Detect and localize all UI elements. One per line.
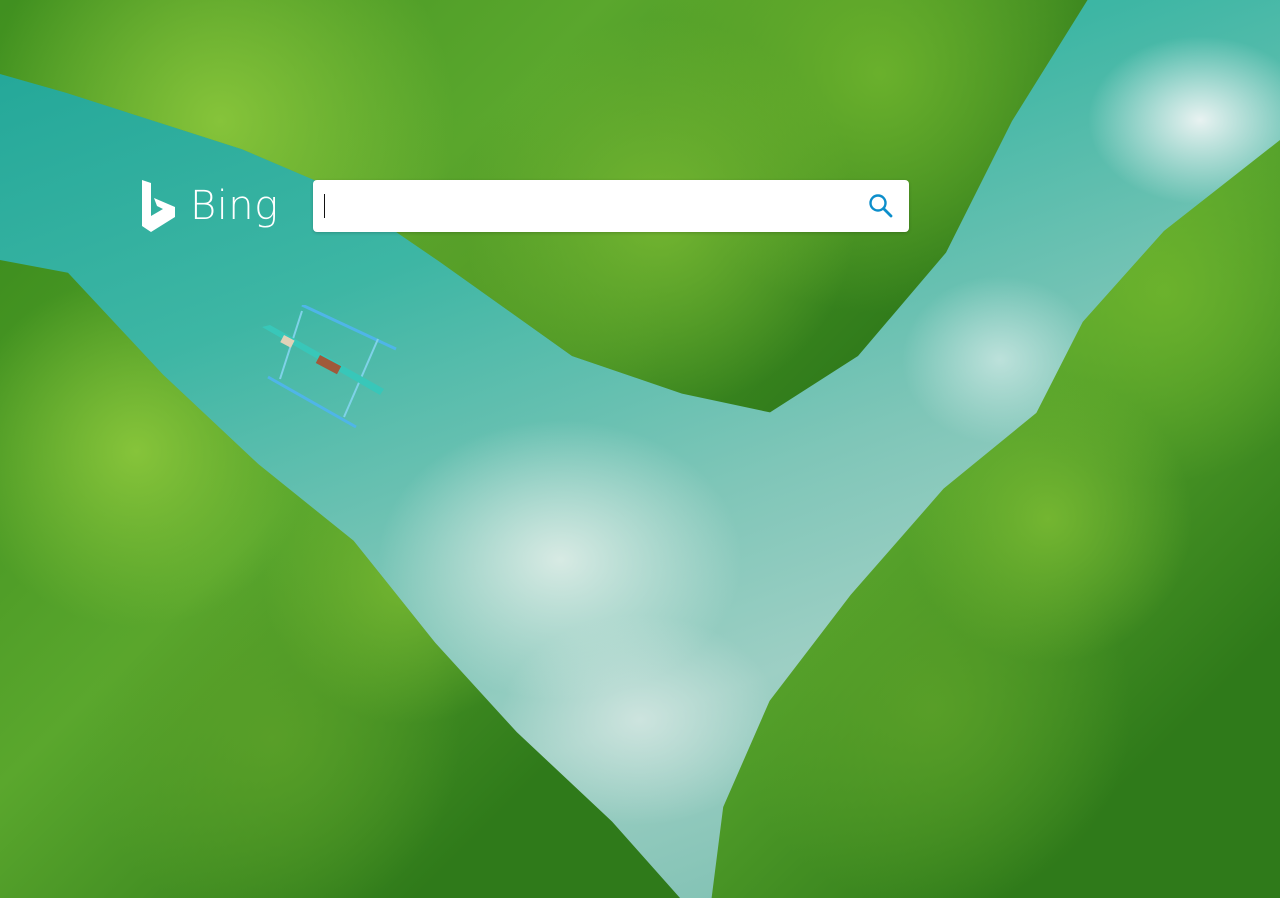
search-header: Bing xyxy=(140,180,909,232)
text-cursor xyxy=(323,194,325,218)
search-icon xyxy=(868,194,893,218)
search-button[interactable] xyxy=(863,188,899,224)
search-box xyxy=(312,180,909,232)
bing-logo-text: Bing xyxy=(190,183,279,229)
search-input[interactable] xyxy=(312,180,865,232)
bing-logo-icon xyxy=(142,180,175,232)
bing-logo[interactable]: Bing xyxy=(140,180,279,232)
outrigger-boat xyxy=(262,305,397,429)
bing-homepage: Bing xyxy=(0,0,1280,898)
background-image xyxy=(0,0,1280,898)
